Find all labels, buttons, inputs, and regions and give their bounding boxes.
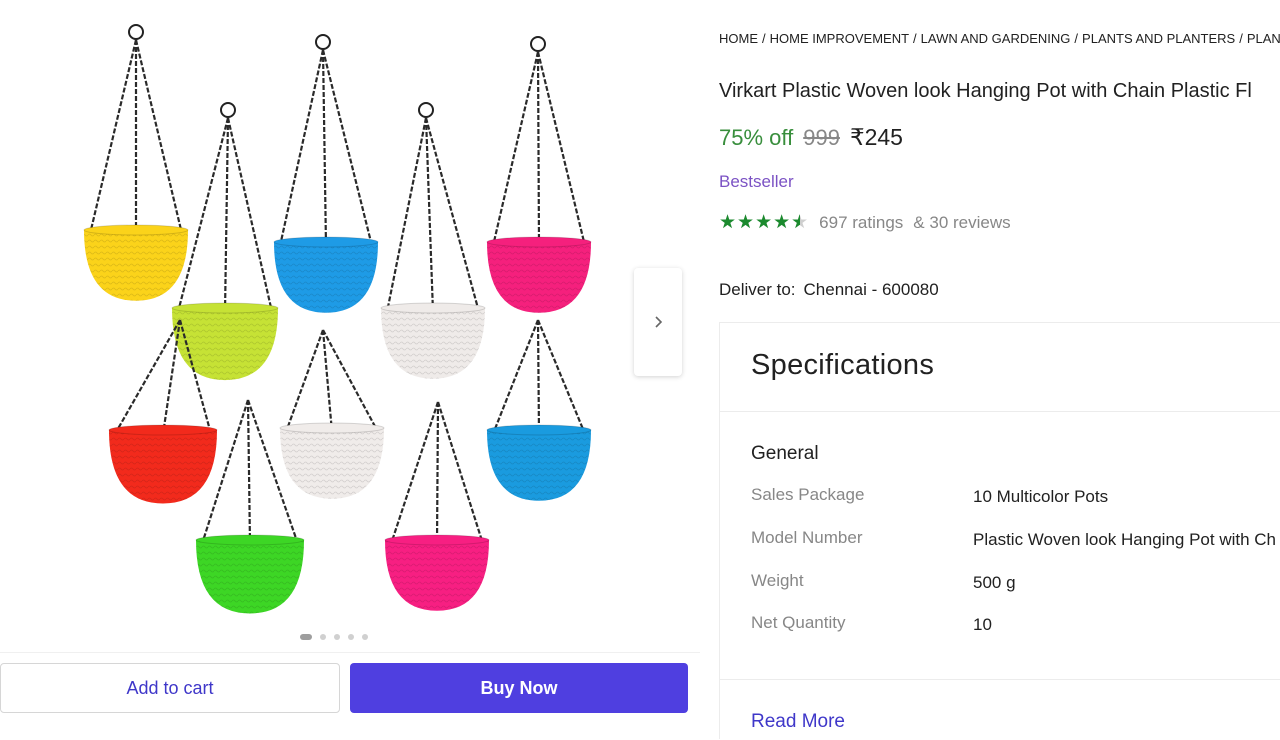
carousel-dot[interactable] <box>362 634 368 640</box>
hanging-pot <box>171 102 279 381</box>
breadcrumb-separator: / <box>762 31 766 46</box>
hanging-pot <box>486 36 592 313</box>
spec-key: Sales Package <box>751 485 865 504</box>
carousel-dot[interactable] <box>320 634 326 640</box>
breadcrumb-home[interactable]: HOME <box>719 31 758 46</box>
spec-key: Model Number <box>751 528 863 547</box>
spec-key: Weight <box>751 571 804 590</box>
hanging-pot <box>380 102 486 379</box>
buy-now-button[interactable]: Buy Now <box>350 663 688 713</box>
deliver-to-label: Deliver to: <box>719 280 796 299</box>
action-bar: Add to cart Buy Now <box>0 652 700 740</box>
rating-row[interactable]: ★★★★★ ★★★★★ 697 ratings & 30 reviews <box>719 213 1011 233</box>
price-row: 75% off 999 ₹245 <box>719 124 903 151</box>
chevron-right-icon <box>655 316 663 328</box>
carousel-dot[interactable] <box>334 634 340 640</box>
bestseller-badge: Bestseller <box>719 172 794 191</box>
spec-key: Net Quantity <box>751 613 846 632</box>
breadcrumb-lawn-and-gardening[interactable]: LAWN AND GARDENING <box>921 31 1071 46</box>
product-title: Virkart Plastic Woven look Hanging Pot w… <box>719 80 1252 102</box>
specifications-panel: Specifications General Sales Package 10 … <box>719 322 1280 739</box>
spec-group-title: General <box>751 443 819 464</box>
breadcrumb-separator: / <box>1239 31 1243 46</box>
breadcrumb: HOME / HOME IMPROVEMENT / LAWN AND GARDENING… <box>719 31 1280 46</box>
spec-value: 500 g <box>973 573 1016 592</box>
ratings-count[interactable]: 697 ratings <box>819 213 903 233</box>
selling-price: ₹245 <box>849 124 903 150</box>
breadcrumb-plants-and-planters[interactable]: PLANTS AND PLANTERS <box>1082 31 1235 46</box>
specifications-title: Specifications <box>751 349 935 381</box>
hanging-pot <box>273 34 379 313</box>
discount-percent: 75% off <box>719 125 794 150</box>
read-more-link[interactable]: Read More <box>751 711 845 733</box>
product-details: HOME / HOME IMPROVEMENT / LAWN AND GARDENING… <box>719 0 1280 739</box>
hanging-pot <box>279 329 385 499</box>
spec-value: Plastic Woven look Hanging Pot with Ch <box>973 530 1277 549</box>
hanging-pot <box>486 319 592 501</box>
star-rating-filled: ★★★★★ <box>719 213 800 233</box>
breadcrumb-home-improvement[interactable]: HOME IMPROVEMENT <box>770 31 909 46</box>
add-to-cart-button[interactable]: Add to cart <box>0 663 340 713</box>
product-image[interactable] <box>40 10 660 625</box>
carousel-dot[interactable] <box>300 634 312 640</box>
breadcrumb-separator: / <box>913 31 917 46</box>
spec-value: 10 <box>973 615 992 634</box>
breadcrumb-plant-containers[interactable]: PLANT C <box>1247 31 1280 46</box>
spec-value: 10 Multicolor Pots <box>973 487 1109 506</box>
star-rating-icon: ★★★★★ ★★★★★ <box>719 213 809 233</box>
product-gallery: Add to cart Buy Now <box>0 0 700 739</box>
hanging-pot <box>384 401 490 611</box>
delivery-location[interactable]: Deliver to: Chennai - 600080 <box>719 280 939 300</box>
hanging-pot <box>83 24 189 301</box>
delivery-pincode[interactable]: Chennai - 600080 <box>804 280 939 299</box>
divider <box>720 679 1280 680</box>
original-price: 999 <box>803 125 840 150</box>
reviews-count[interactable]: & 30 reviews <box>913 213 1010 233</box>
image-carousel-dots <box>300 634 368 640</box>
carousel-dot[interactable] <box>348 634 354 640</box>
next-image-button[interactable] <box>634 268 682 376</box>
breadcrumb-separator: / <box>1074 31 1079 46</box>
